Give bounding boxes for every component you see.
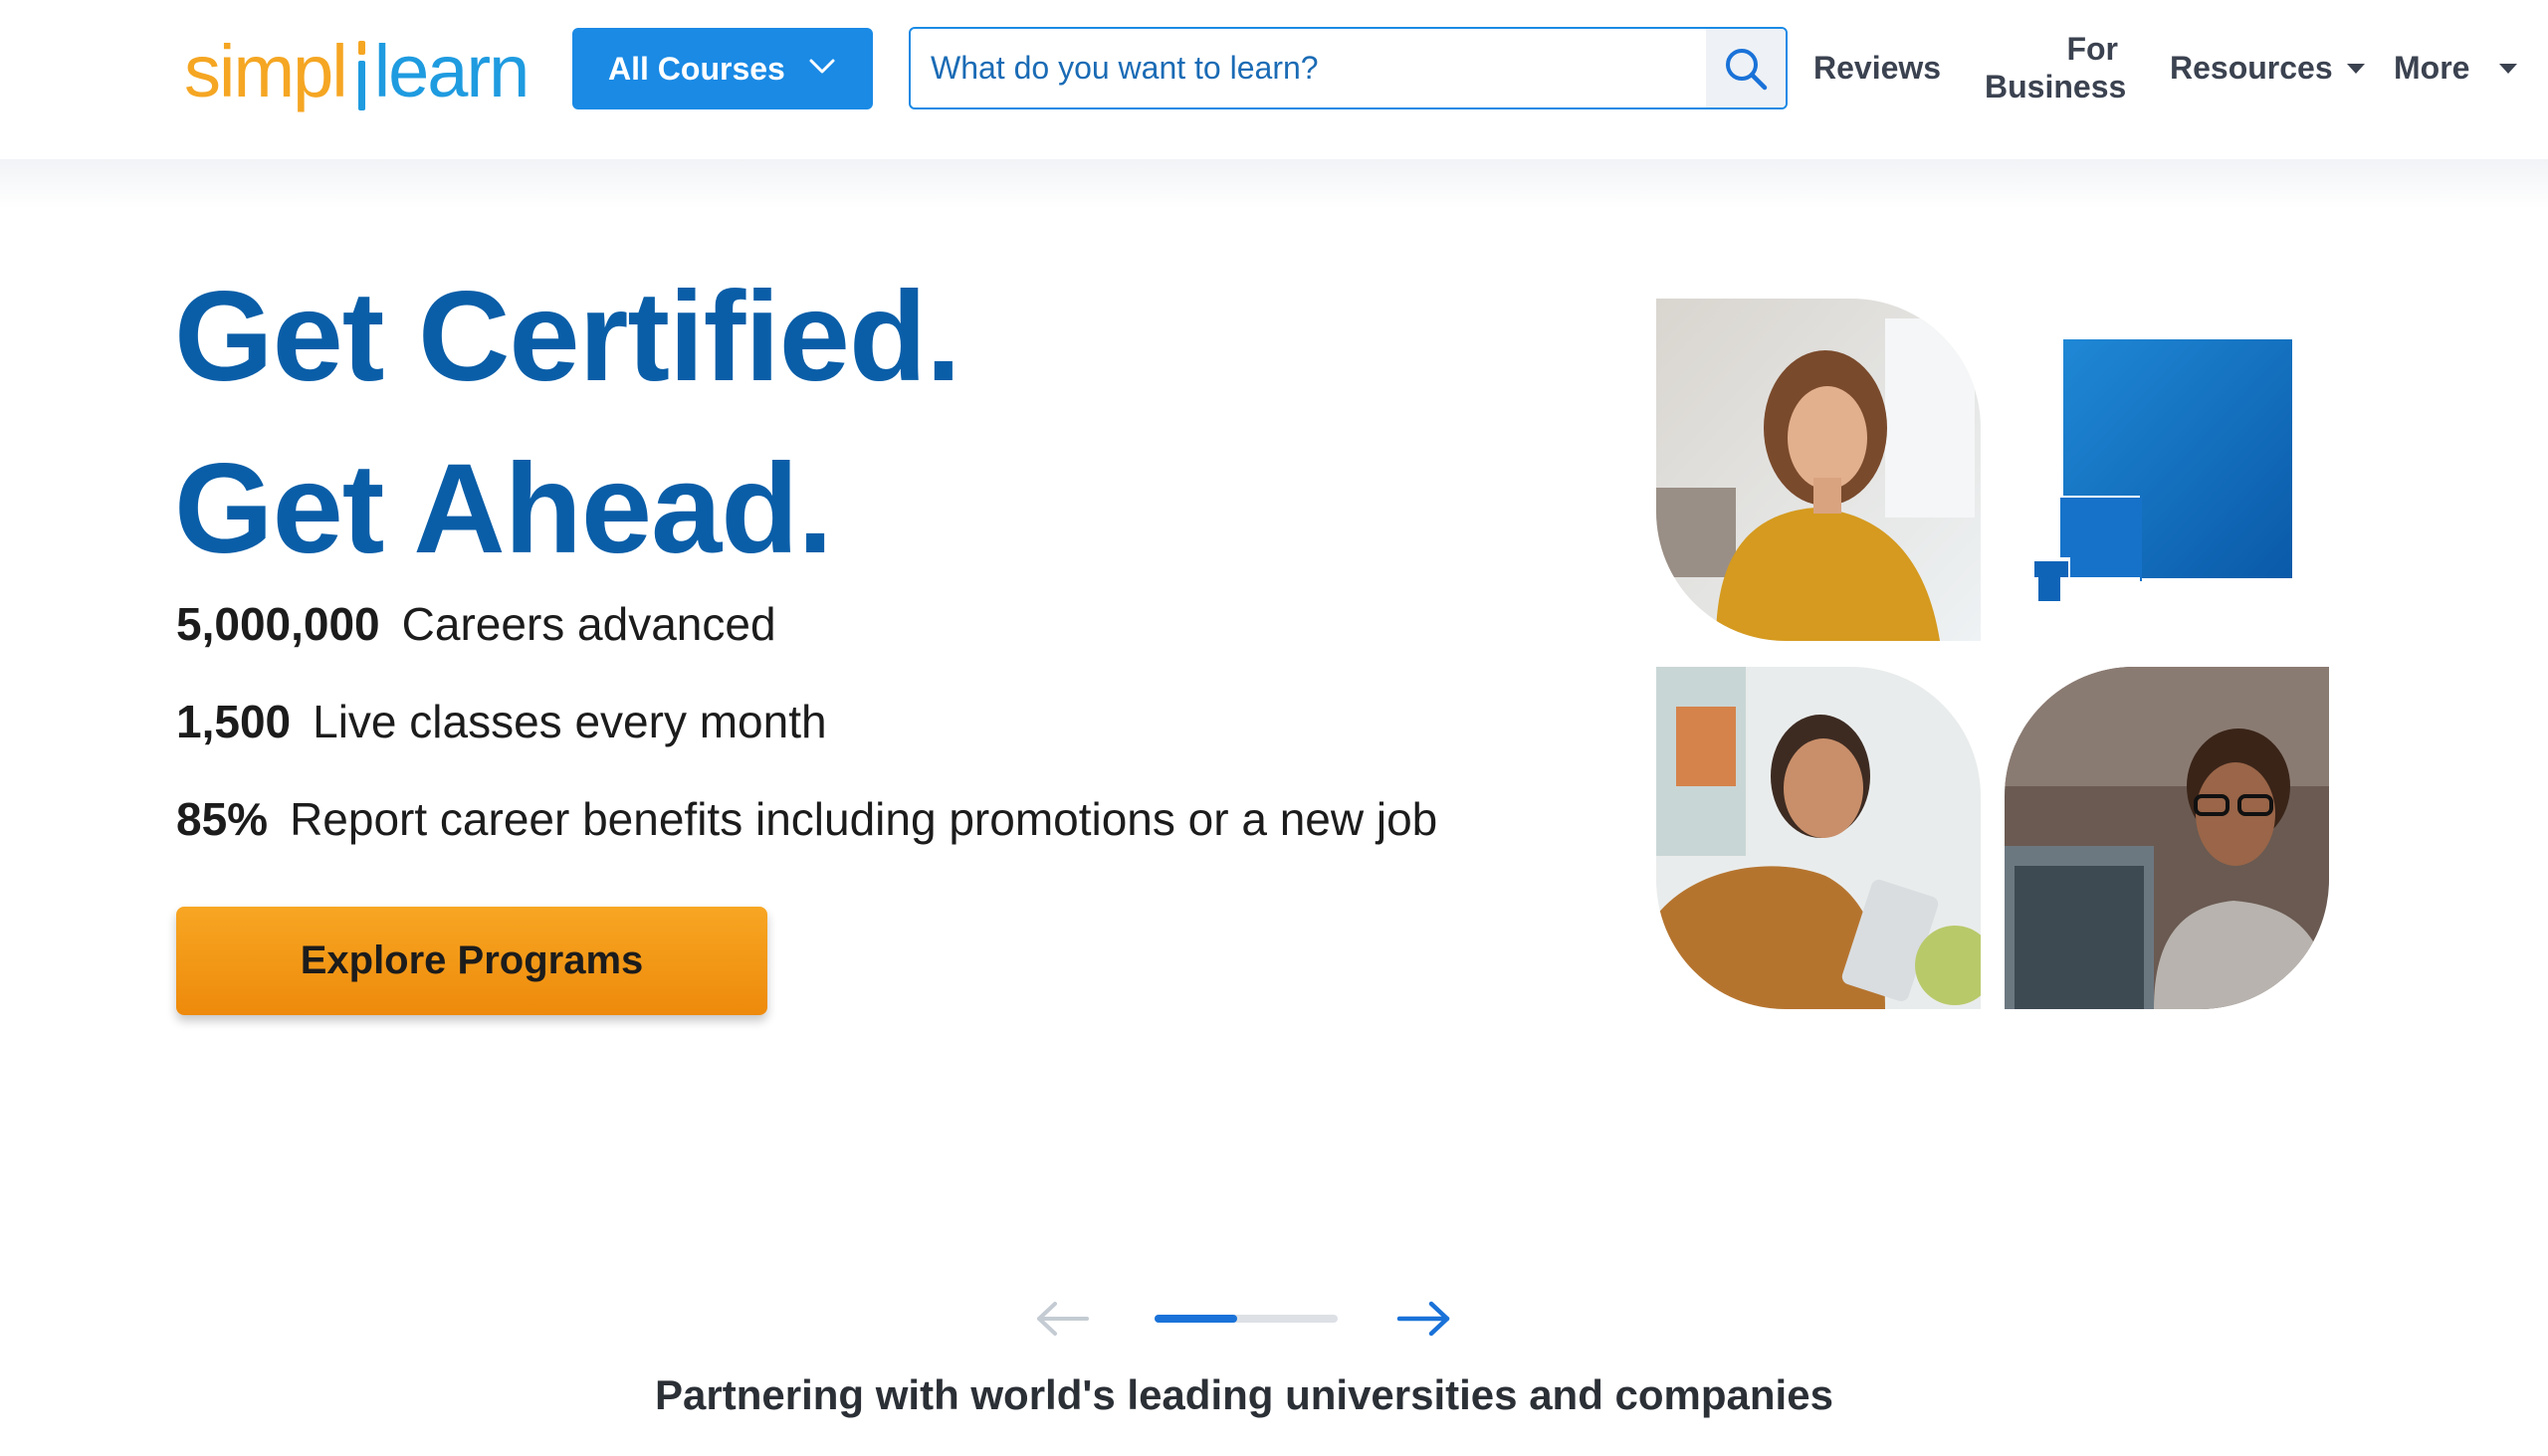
stat-value: 85% [176,793,269,845]
caret-down-icon [2346,63,2365,74]
logo-bar-mark [352,35,370,110]
stat-value: 1,500 [176,696,292,747]
nav-more-label: More [2394,50,2470,86]
stat-label: Report career benefits including promoti… [290,793,1438,845]
hero-photo-man-with-tablet [1656,667,1981,1009]
nav-for-business-link[interactable]: For Business [1985,30,2127,105]
nav-more-dropdown[interactable]: More [2394,49,2518,87]
search-box [909,27,1788,109]
hero-photo-woman-at-computer [2005,667,2329,1009]
all-courses-button[interactable]: All Courses [572,28,873,109]
carousel-prev-arrow-icon[interactable] [1033,1299,1091,1339]
nav-resources-label: Resources [2170,50,2333,86]
search-input[interactable] [911,29,1707,107]
nav-for-business-line1: For [2066,31,2118,67]
caret-down-icon [2499,63,2518,74]
nav-reviews-link[interactable]: Reviews [1813,49,1941,87]
carousel-progress-fill [1155,1315,1237,1323]
nav-resources-dropdown[interactable]: Resources [2170,49,2365,87]
stat-label: Careers advanced [401,598,776,650]
header-shadow [0,159,2548,209]
partners-heading: Partnering with world's leading universi… [655,1371,1833,1418]
explore-programs-button[interactable]: Explore Programs [176,907,767,1015]
site-header: simpl learn All Courses Reviews For Busi… [0,0,2548,159]
stat-label: Live classes every month [313,696,827,747]
simplilearn-brand-mark [2030,339,2292,607]
search-icon [1726,48,1768,90]
hero-photo-woman-yellow-sweater [1656,299,1981,641]
carousel-progress-bar [1155,1315,1338,1323]
hero-title-line2: Get Ahead. [174,438,833,580]
stat-career-benefits: 85% Report career benefits including prom… [176,796,1437,842]
all-courses-label: All Courses [608,50,785,87]
chevron-down-icon [809,59,835,74]
stat-value: 5,000,000 [176,598,380,650]
nav-for-business-line2: Business [1985,69,2127,104]
carousel-next-arrow-icon[interactable] [1395,1299,1453,1339]
search-button[interactable] [1706,29,1786,107]
stat-careers-advanced: 5,000,000 Careers advanced [176,601,776,647]
logo-text-learn: learn [373,30,531,112]
logo-text-simpl: simpl [184,30,348,112]
hero-title-line1: Get Certified. [174,266,961,408]
stat-live-classes: 1,500 Live classes every month [176,699,827,744]
simplilearn-logo[interactable]: simpl learn [184,30,531,113]
